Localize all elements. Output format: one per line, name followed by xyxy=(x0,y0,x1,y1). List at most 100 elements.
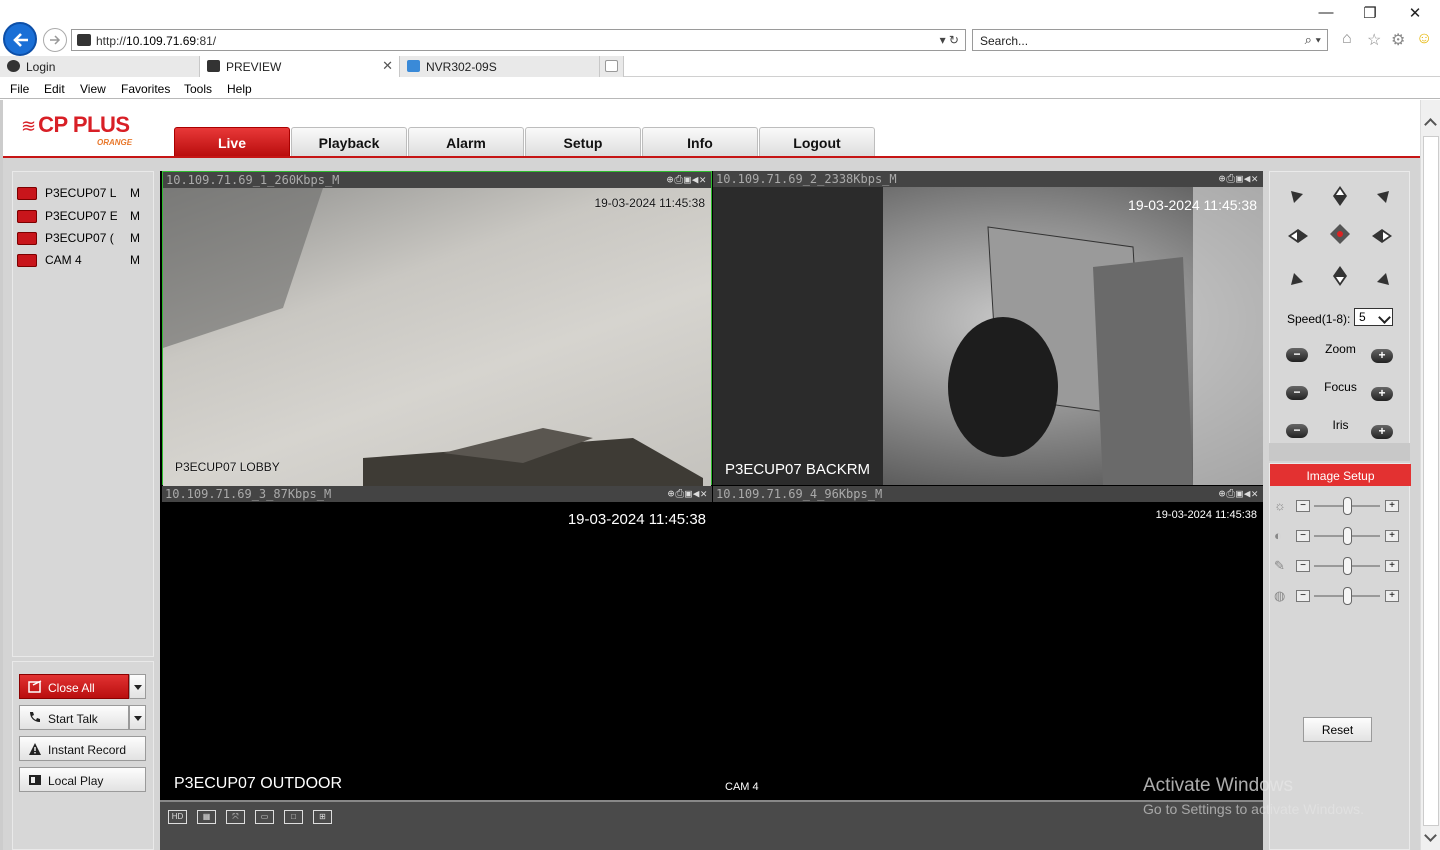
video-pane-3[interactable]: 10.109.71.69_3_87Kbps_M ⊕⎙▣◀✕ 19-03-2024… xyxy=(162,486,712,800)
ptz-down-icon[interactable] xyxy=(1329,265,1351,287)
menu-view[interactable]: View xyxy=(80,82,106,96)
camera-stream-type[interactable]: M xyxy=(130,186,140,200)
slider-knob[interactable] xyxy=(1343,587,1352,605)
nav-live[interactable]: Live xyxy=(174,127,290,157)
camera-item[interactable]: P3ECUP07 E M xyxy=(17,207,147,225)
address-bar[interactable]: http://10.109.71.69:81/ ▾ ↻ xyxy=(71,29,966,51)
menu-help[interactable]: Help xyxy=(227,82,252,96)
nav-alarm[interactable]: Alarm xyxy=(408,127,524,157)
forward-button[interactable] xyxy=(43,28,67,52)
camera-stream-type[interactable]: M xyxy=(130,253,140,267)
instant-record-button[interactable]: Instant Record xyxy=(19,736,146,761)
increase-button[interactable]: + xyxy=(1385,500,1399,512)
zoom-in-button[interactable]: + xyxy=(1371,349,1393,363)
nav-setup[interactable]: Setup xyxy=(525,127,641,157)
video-toolbar-icons[interactable]: ⊕⎙▣◀✕ xyxy=(1219,171,1259,187)
back-button[interactable] xyxy=(3,22,37,56)
camera-feed[interactable]: 19-03-2024 11:45:38 P3ECUP07 LOBBY xyxy=(163,188,711,486)
ptz-down-left-icon[interactable] xyxy=(1287,267,1309,289)
smiley-feedback-icon[interactable]: ☺ xyxy=(1416,30,1432,48)
settings-gear-icon[interactable]: ⚙ xyxy=(1391,30,1405,50)
close-tab-icon[interactable]: ✕ xyxy=(382,58,393,74)
speed-select[interactable]: 5 xyxy=(1354,308,1393,326)
iris-open-button[interactable]: + xyxy=(1371,425,1393,439)
contrast-slider[interactable]: ◐ − + xyxy=(1274,526,1404,546)
logo-mark-icon: ≋ xyxy=(21,116,37,136)
ptz-auto-icon[interactable] xyxy=(1329,223,1351,245)
camera-feed[interactable]: 19-03-2024 11:45:38 P3ECUP07 OUTDOOR xyxy=(162,502,712,800)
slider-knob[interactable] xyxy=(1343,557,1352,575)
video-pane-1[interactable]: 10.109.71.69_1_260Kbps_M ⊕⎙▣◀✕ 19-03-202… xyxy=(162,171,712,486)
scroll-up-icon[interactable] xyxy=(1424,118,1437,131)
video-pane-2[interactable]: 10.109.71.69_2_2338Kbps_M ⊕⎙▣◀✕ 19-03-20… xyxy=(713,171,1263,485)
quad-view-icon[interactable]: ⊞ xyxy=(313,810,332,824)
tab-nvr[interactable]: NVR302-09S xyxy=(400,56,600,77)
home-icon[interactable]: ⌂ xyxy=(1342,30,1352,48)
saturation-slider[interactable]: ✎ − + xyxy=(1274,556,1404,576)
favorites-star-icon[interactable]: ☆ xyxy=(1367,30,1381,50)
reset-button[interactable]: Reset xyxy=(1303,717,1372,742)
camera-item[interactable]: P3ECUP07 L M xyxy=(17,184,147,202)
nav-playback[interactable]: Playback xyxy=(291,127,407,157)
ptz-collapse-bar[interactable] xyxy=(1269,443,1410,461)
close-window-button[interactable]: ✕ xyxy=(1395,4,1435,22)
mosaic-layout-icon[interactable]: ▦ xyxy=(197,810,216,824)
video-pane-4[interactable]: 10.109.71.69_4_96Kbps_M ⊕⎙▣◀✕ 19-03-2024… xyxy=(713,486,1263,800)
scroll-thumb[interactable] xyxy=(1423,136,1439,826)
brightness-slider[interactable]: ☼ − + xyxy=(1274,496,1404,516)
ptz-up-left-icon[interactable] xyxy=(1287,187,1309,209)
close-all-button[interactable]: Close All xyxy=(19,674,129,699)
increase-button[interactable]: + xyxy=(1385,560,1399,572)
search-box[interactable]: Search... ⌕ ▾ xyxy=(972,29,1328,51)
camera-feed[interactable]: 19-03-2024 11:45:38 CAM 4 xyxy=(713,502,1263,800)
scroll-down-icon[interactable] xyxy=(1424,829,1437,842)
single-view-icon[interactable]: □ xyxy=(284,810,303,824)
new-tab-button[interactable] xyxy=(600,56,624,77)
focus-far-button[interactable]: + xyxy=(1371,387,1393,401)
slider-knob[interactable] xyxy=(1343,527,1352,545)
slider-knob[interactable] xyxy=(1343,497,1352,515)
minimize-button[interactable]: — xyxy=(1306,4,1346,21)
image-setup-title[interactable]: Image Setup xyxy=(1270,464,1411,486)
decrease-button[interactable]: − xyxy=(1296,560,1310,572)
camera-stream-type[interactable]: M xyxy=(130,231,140,245)
ptz-down-right-icon[interactable] xyxy=(1371,267,1393,289)
menu-tools[interactable]: Tools xyxy=(184,82,212,96)
hue-slider[interactable]: ◍ − + xyxy=(1274,586,1404,606)
decrease-button[interactable]: − xyxy=(1296,530,1310,542)
video-toolbar-icons[interactable]: ⊕⎙▣◀✕ xyxy=(667,172,707,188)
page-scrollbar[interactable] xyxy=(1420,100,1440,850)
refresh-icon[interactable]: ▾ ↻ xyxy=(940,33,959,47)
search-icon[interactable]: ⌕ ▾ xyxy=(1305,32,1321,48)
start-talk-dropdown[interactable] xyxy=(129,705,146,730)
menu-edit[interactable]: Edit xyxy=(44,82,65,96)
ptz-right-icon[interactable] xyxy=(1371,225,1393,247)
ptz-left-icon[interactable] xyxy=(1287,225,1309,247)
menu-file[interactable]: File xyxy=(10,82,29,96)
ptz-up-icon[interactable] xyxy=(1329,185,1351,207)
local-play-button[interactable]: Local Play xyxy=(19,767,146,792)
hd-layout-icon[interactable]: HD xyxy=(168,810,187,824)
camera-feed[interactable]: 19-03-2024 11:45:38 P3ECUP07 BACKRM xyxy=(713,187,1263,485)
nav-info[interactable]: Info xyxy=(642,127,758,157)
new-tab-icon xyxy=(605,60,618,72)
increase-button[interactable]: + xyxy=(1385,590,1399,602)
widescreen-icon[interactable]: ▭ xyxy=(255,810,274,824)
restore-button[interactable]: ❐ xyxy=(1350,4,1390,22)
nav-logout[interactable]: Logout xyxy=(759,127,875,157)
camera-stream-type[interactable]: M xyxy=(130,209,140,223)
video-toolbar-icons[interactable]: ⊕⎙▣◀✕ xyxy=(1219,486,1259,502)
video-toolbar-icons[interactable]: ⊕⎙▣◀✕ xyxy=(668,486,708,502)
close-all-dropdown[interactable] xyxy=(129,674,146,699)
decrease-button[interactable]: − xyxy=(1296,590,1310,602)
tab-login[interactable]: Login xyxy=(0,56,200,77)
tab-preview[interactable]: PREVIEW ✕ xyxy=(200,56,400,77)
increase-button[interactable]: + xyxy=(1385,530,1399,542)
decrease-button[interactable]: − xyxy=(1296,500,1310,512)
camera-item[interactable]: P3ECUP07 ( M xyxy=(17,229,147,247)
start-talk-button[interactable]: Start Talk xyxy=(19,705,129,730)
camera-item[interactable]: CAM 4 M xyxy=(17,251,147,269)
fullscreen-icon[interactable]: ⤧ xyxy=(226,810,245,824)
menu-favorites[interactable]: Favorites xyxy=(121,82,170,96)
ptz-up-right-icon[interactable] xyxy=(1371,187,1393,209)
